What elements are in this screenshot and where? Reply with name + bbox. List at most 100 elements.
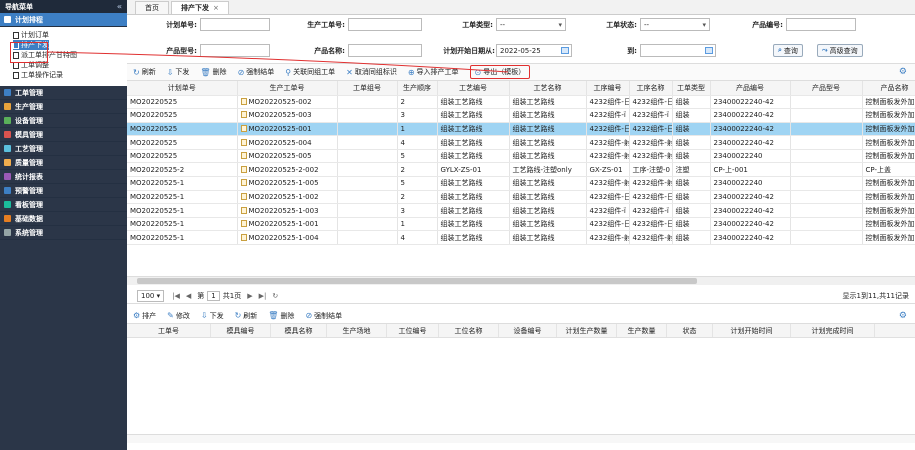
- document-icon[interactable]: [240, 192, 247, 200]
- detail-issue-button[interactable]: ⇩ 下发: [201, 311, 224, 321]
- detail-force-close-button[interactable]: ⊘ 强制结单: [305, 311, 342, 321]
- document-icon[interactable]: [240, 179, 247, 187]
- document-icon[interactable]: [240, 152, 247, 160]
- gear-icon[interactable]: ⚙: [899, 67, 907, 77]
- detail-column-header[interactable]: 工位编号: [387, 324, 439, 337]
- advanced-query-button[interactable]: ⤳ 高级查询: [817, 44, 863, 57]
- detail-column-header[interactable]: 计划生产数量: [557, 324, 617, 337]
- export-template-button[interactable]: ⊙ 导出（模板）: [469, 65, 531, 79]
- work-order-input[interactable]: [348, 18, 422, 31]
- refresh-icon[interactable]: ↻: [272, 292, 278, 300]
- product-model-input[interactable]: [200, 44, 270, 57]
- document-icon[interactable]: [240, 165, 247, 173]
- sidebar-group-item[interactable]: 生产管理: [0, 100, 127, 114]
- page-number-input[interactable]: 1: [207, 290, 220, 301]
- start-date-input[interactable]: 2022-05-25: [496, 44, 572, 57]
- plan-no-input[interactable]: [200, 18, 270, 31]
- detail-delete-button[interactable]: 🗑 删除: [268, 311, 294, 321]
- document-icon[interactable]: [240, 111, 247, 119]
- document-icon[interactable]: [240, 206, 247, 214]
- sidebar-group-item[interactable]: 系统管理: [0, 226, 127, 240]
- column-header[interactable]: 工单类型: [672, 81, 711, 96]
- column-header[interactable]: 工序名称: [629, 81, 673, 96]
- sidebar-item-log[interactable]: 工单操作记录: [13, 70, 127, 80]
- sidebar-group-item[interactable]: 统计报表: [0, 170, 127, 184]
- force-close-button[interactable]: ⊘ 强制结单: [238, 67, 275, 77]
- sidebar-group-item[interactable]: 模具管理: [0, 128, 127, 142]
- column-header[interactable]: 工序编号: [586, 81, 630, 96]
- scrollbar-thumb[interactable]: [137, 278, 697, 284]
- page-size-select[interactable]: 100 ▾: [137, 289, 165, 302]
- detail-column-header[interactable]: 生产场地: [327, 324, 387, 337]
- table-row[interactable]: MO20220525-1 MO20220525-1-001 1 组装工艺路线 组装工艺路…: [127, 217, 915, 232]
- table-row[interactable]: MO20220525-1 MO20220525-1-004 4 组装工艺路线 组装工艺路…: [127, 230, 915, 246]
- detail-column-header[interactable]: 工位名称: [439, 324, 499, 337]
- table-row[interactable]: MO20220525 MO20220525-003 3 组装工艺路线 组装工艺路线 423…: [127, 108, 915, 123]
- column-header[interactable]: 产品编号: [710, 81, 791, 96]
- table-row[interactable]: MO20220525 MO20220525-002 2 组装工艺路线 组装工艺路线 423…: [127, 95, 915, 110]
- sidebar-group-item[interactable]: 预警管理: [0, 184, 127, 198]
- sidebar-group-item[interactable]: 工单管理: [0, 86, 127, 100]
- close-icon[interactable]: ×: [213, 4, 219, 12]
- document-icon[interactable]: [240, 138, 247, 146]
- last-page-icon[interactable]: ▶|: [259, 292, 267, 300]
- issue-button[interactable]: ⇩ 下发: [167, 67, 190, 77]
- sidebar-group-plan[interactable]: 计划排程: [0, 13, 127, 27]
- table-row[interactable]: MO20220525 MO20220525-004 4 组装工艺路线 组装工艺路线 423…: [127, 135, 915, 150]
- table-row[interactable]: MO20220525 MO20220525-005 5 组装工艺路线 组装工艺路线 423…: [127, 149, 915, 164]
- column-header[interactable]: 产品型号: [790, 81, 863, 96]
- detail-column-header[interactable]: 模具名称: [271, 324, 327, 337]
- edit-button[interactable]: ✎ 修改: [167, 311, 190, 321]
- column-header[interactable]: 生产工单号: [237, 81, 338, 96]
- gear-icon[interactable]: ⚙: [899, 311, 907, 321]
- column-header[interactable]: 工艺编号: [437, 81, 510, 96]
- document-icon[interactable]: [240, 97, 247, 105]
- detail-horizontal-scrollbar[interactable]: [127, 434, 915, 443]
- sidebar-item-plan-order[interactable]: 计划订单: [13, 30, 127, 40]
- collapse-icon[interactable]: «: [117, 2, 122, 11]
- column-header[interactable]: 产品名称: [862, 81, 915, 96]
- sidebar-group-item[interactable]: 设备管理: [0, 114, 127, 128]
- first-page-icon[interactable]: |◀: [172, 292, 180, 300]
- detail-refresh-button[interactable]: ↻ 刷新: [235, 311, 258, 321]
- table-row[interactable]: MO20220525 MO20220525-001 1 组装工艺路线 组装工艺路线 423…: [127, 122, 915, 137]
- sidebar-group-item[interactable]: 基础数据: [0, 212, 127, 226]
- calendar-icon[interactable]: [705, 47, 713, 54]
- sidebar-group-item[interactable]: 工艺管理: [0, 142, 127, 156]
- detail-column-header[interactable]: 状态: [667, 324, 713, 337]
- schedule-button[interactable]: ⚙ 排产: [133, 311, 156, 321]
- prev-page-icon[interactable]: ◀: [186, 292, 191, 300]
- document-icon[interactable]: [240, 124, 247, 132]
- sidebar-group-item[interactable]: 看板管理: [0, 198, 127, 212]
- table-row[interactable]: MO20220525-2 MO20220525-2-002 2 GYLX-ZS-01 工…: [127, 162, 915, 178]
- calendar-icon[interactable]: [561, 47, 569, 54]
- delete-button[interactable]: 🗑 删除: [200, 67, 226, 77]
- tab-schedule-issue[interactable]: 排产下发 ×: [171, 1, 229, 14]
- detail-column-header[interactable]: 生产数量: [617, 324, 667, 337]
- tab-home[interactable]: 首页: [135, 1, 169, 14]
- order-status-select[interactable]: -- ▾: [640, 18, 710, 31]
- table-row[interactable]: MO20220525-1 MO20220525-1-002 2 组装工艺路线 组装工艺路…: [127, 190, 915, 205]
- document-icon[interactable]: [240, 233, 247, 241]
- detail-column-header[interactable]: 模具编号: [211, 324, 271, 337]
- end-date-input[interactable]: [640, 44, 716, 57]
- horizontal-scrollbar[interactable]: [127, 276, 915, 285]
- refresh-button[interactable]: ↻ 刷新: [133, 67, 156, 77]
- next-page-icon[interactable]: ▶: [247, 292, 252, 300]
- product-name-input[interactable]: [348, 44, 422, 57]
- table-row[interactable]: MO20220525-1 MO20220525-1-003 3 组装工艺路线 组装工艺路…: [127, 203, 915, 218]
- column-header[interactable]: 工单组号: [337, 81, 398, 96]
- sidebar-group-item[interactable]: 质量管理: [0, 156, 127, 170]
- detail-column-header[interactable]: 设备编号: [499, 324, 557, 337]
- detail-column-header[interactable]: 计划开始时间: [713, 324, 791, 337]
- order-type-select[interactable]: -- ▾: [496, 18, 566, 31]
- document-icon[interactable]: [240, 220, 247, 228]
- detail-column-header[interactable]: 工单号: [127, 324, 211, 337]
- import-button[interactable]: ⊕ 导入排产工单: [408, 67, 459, 77]
- cancel-group-button[interactable]: ✕ 取消同组标识: [346, 67, 397, 77]
- column-header[interactable]: 工艺名称: [509, 81, 587, 96]
- table-row[interactable]: MO20220525-1 MO20220525-1-005 5 组装工艺路线 组装工艺路…: [127, 176, 915, 191]
- link-group-button[interactable]: ⚲ 关联同组工单: [285, 67, 335, 77]
- column-header[interactable]: 生产顺序: [397, 81, 438, 96]
- query-button[interactable]: ⌕ 查询: [773, 44, 803, 57]
